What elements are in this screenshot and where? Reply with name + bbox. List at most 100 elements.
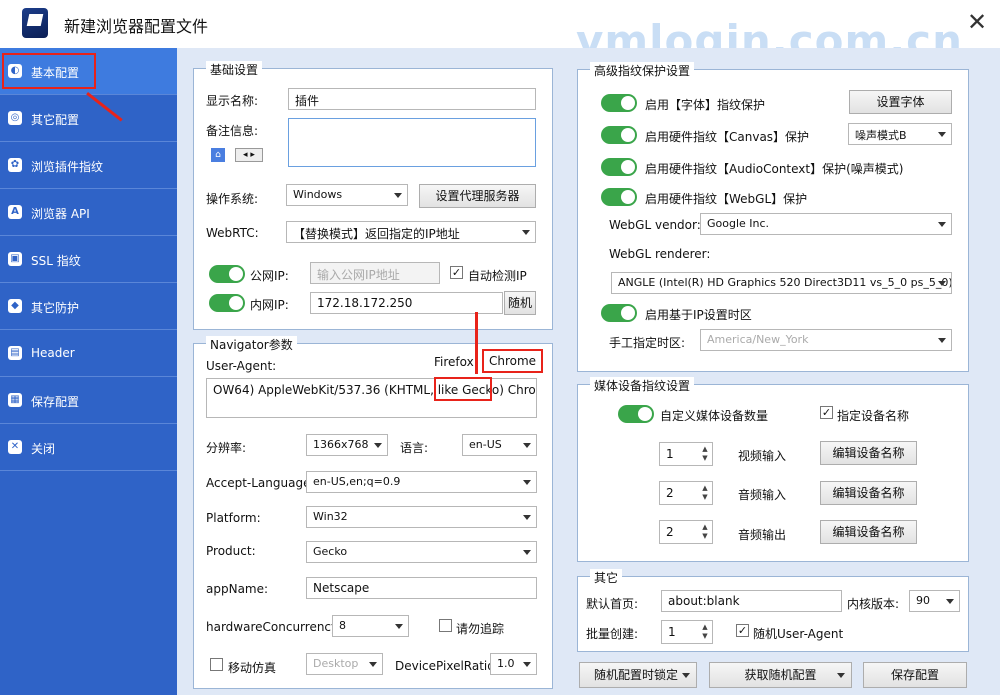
set-fonts-button[interactable]: 设置字体	[849, 90, 952, 114]
public-ip-input[interactable]: 输入公网IP地址	[310, 262, 440, 284]
internal-ip-input[interactable]: 172.18.172.250	[310, 292, 503, 314]
webgl-vendor-select[interactable]: Google Inc.	[700, 213, 952, 235]
random-ip-button[interactable]: 随机	[504, 291, 536, 315]
sidebar-item-close[interactable]: ✕ 关闭	[0, 424, 177, 471]
timezone-by-ip-toggle[interactable]	[601, 304, 637, 322]
sidebar-item-label: 浏览器 API	[31, 207, 90, 221]
specify-device-name-checkbox[interactable]: ✓	[820, 406, 833, 419]
custom-media-count-toggle[interactable]	[618, 405, 654, 423]
chevron-down-icon[interactable]	[837, 673, 845, 678]
lock-random-config-button[interactable]: 随机配置时锁定	[579, 662, 697, 688]
basic-settings-group: 基础设置 显示名称: 插件 备注信息: ⌂ ◂ ▸ 操作系统: Windows …	[193, 61, 553, 330]
sidebar-item-label: 其它防护	[31, 301, 80, 315]
scroll-arrows-icon[interactable]: ◂ ▸	[235, 148, 263, 162]
sidebar-item-label: 其它配置	[31, 113, 80, 127]
edit-audio-input-button[interactable]: 编辑设备名称	[820, 481, 917, 505]
timezone-select[interactable]: America/New_York	[700, 329, 952, 351]
resolution-value: 1366x768	[313, 438, 369, 451]
sidebar-item-protection[interactable]: ◆ 其它防护	[0, 283, 177, 330]
title-bar: 新建浏览器配置文件 vmlogin.com.cn ✕	[0, 0, 1000, 65]
dpr-value: 1.0	[497, 657, 515, 670]
firefox-option[interactable]: Firefox	[434, 355, 474, 369]
auto-detect-label: 自动检测IP	[468, 269, 527, 283]
sidebar-item-other-config[interactable]: ◎ 其它配置	[0, 95, 177, 142]
canvas-toggle[interactable]	[601, 126, 637, 144]
font-protect-label: 启用【字体】指纹保护	[645, 98, 766, 112]
spinner-arrows-icon[interactable]: ▲ ▼	[700, 523, 710, 541]
spinner-arrows-icon[interactable]: ▲ ▼	[700, 445, 710, 463]
do-not-track-label: 请勿追踪	[456, 622, 505, 636]
batch-create-count[interactable]: 1 ▲ ▼	[661, 620, 713, 644]
sidebar-item-api[interactable]: A 浏览器 API	[0, 189, 177, 236]
product-select[interactable]: Gecko	[306, 541, 537, 563]
sidebar-item-label: 浏览插件指纹	[31, 160, 104, 174]
product-label: Product:	[206, 544, 256, 558]
os-select[interactable]: Windows	[286, 184, 408, 206]
spinner-arrows-icon[interactable]: ▲ ▼	[700, 484, 710, 502]
webrtc-select[interactable]: 【替换模式】返回指定的IP地址	[286, 221, 536, 243]
spinner-arrows-icon[interactable]: ▲ ▼	[700, 623, 710, 641]
webgl-renderer-label: WebGL renderer:	[609, 247, 711, 261]
sidebar-item-ssl[interactable]: ▣ SSL 指纹	[0, 236, 177, 283]
appname-input[interactable]: Netscape	[306, 577, 537, 599]
os-label: 操作系统:	[206, 192, 259, 206]
chrome-option[interactable]: Chrome	[482, 349, 543, 373]
accept-language-label: Accept-Language:	[206, 476, 315, 490]
highlight-box	[434, 377, 492, 401]
internal-ip-toggle[interactable]	[209, 294, 245, 312]
audio-input-value: 2	[666, 486, 674, 500]
platform-select[interactable]: Win32	[306, 506, 537, 528]
platform-value: Win32	[313, 510, 348, 523]
edit-audio-output-button[interactable]: 编辑设备名称	[820, 520, 917, 544]
do-not-track-checkbox[interactable]	[439, 619, 452, 632]
public-ip-label: 公网IP:	[250, 269, 289, 283]
canvas-mode-select[interactable]: 噪声模式B	[848, 123, 952, 145]
timezone-label: 手工指定时区:	[609, 336, 686, 350]
lock-icon: ▣	[8, 252, 22, 266]
group-title: 基础设置	[206, 61, 263, 78]
audio-toggle[interactable]	[601, 158, 637, 176]
internal-ip-label: 内网IP:	[250, 298, 289, 312]
kernel-version-select[interactable]: 90	[909, 590, 960, 612]
random-ua-checkbox[interactable]: ✓	[736, 624, 749, 637]
auto-detect-checkbox[interactable]: ✓	[450, 266, 463, 279]
resolution-select[interactable]: 1366x768	[306, 434, 388, 456]
group-title: 其它	[590, 569, 623, 586]
sidebar-item-plugins[interactable]: ✿ 浏览插件指纹	[0, 142, 177, 189]
edit-video-input-button[interactable]: 编辑设备名称	[820, 441, 917, 465]
chevron-down-icon[interactable]	[682, 673, 690, 678]
language-select[interactable]: en-US	[462, 434, 537, 456]
dpr-select[interactable]: 1.0	[490, 653, 537, 675]
header-icon: ▤	[8, 346, 22, 360]
video-input-label: 视频输入	[738, 449, 787, 463]
close-window-button[interactable]: ✕	[962, 8, 992, 38]
plugin-icon: ✿	[8, 158, 22, 172]
mobile-device-select[interactable]: Desktop	[306, 653, 383, 675]
sidebar-item-save[interactable]: ▦ 保存配置	[0, 377, 177, 424]
sidebar-item-header[interactable]: ▤ Header	[0, 330, 177, 377]
accept-language-select[interactable]: en-US,en;q=0.9	[306, 471, 537, 493]
kernel-version-value: 90	[916, 594, 930, 607]
font-protect-toggle[interactable]	[601, 94, 637, 112]
webrtc-label: WebRTC:	[206, 226, 259, 240]
mobile-emulation-checkbox[interactable]	[210, 658, 223, 671]
home-icon[interactable]: ⌂	[211, 148, 225, 162]
webrtc-value: 【替换模式】返回指定的IP地址	[293, 227, 460, 241]
hw-concurrency-select[interactable]: 8	[332, 615, 409, 637]
video-input-count[interactable]: 1 ▲ ▼	[659, 442, 713, 466]
product-value: Gecko	[313, 545, 348, 558]
audio-label: 启用硬件指纹【AudioContext】保护(噪声模式)	[645, 162, 904, 176]
audio-input-count[interactable]: 2 ▲ ▼	[659, 481, 713, 505]
homepage-input[interactable]: about:blank	[661, 590, 842, 612]
video-input-value: 1	[666, 447, 674, 461]
display-name-input[interactable]: 插件	[288, 88, 536, 110]
audio-output-count[interactable]: 2 ▲ ▼	[659, 520, 713, 544]
media-devices-group: 媒体设备指纹设置 自定义媒体设备数量 ✓ 指定设备名称 1 ▲ ▼ 视频输入 编辑设…	[577, 377, 969, 562]
public-ip-toggle[interactable]	[209, 265, 245, 283]
save-config-button[interactable]: 保存配置	[863, 662, 967, 688]
webgl-renderer-select[interactable]: ANGLE (Intel(R) HD Graphics 520 Direct3D…	[611, 272, 952, 294]
webgl-toggle[interactable]	[601, 188, 637, 206]
note-textarea[interactable]	[288, 118, 536, 167]
get-random-config-button[interactable]: 获取随机配置	[709, 662, 852, 688]
proxy-settings-button[interactable]: 设置代理服务器	[419, 184, 536, 208]
